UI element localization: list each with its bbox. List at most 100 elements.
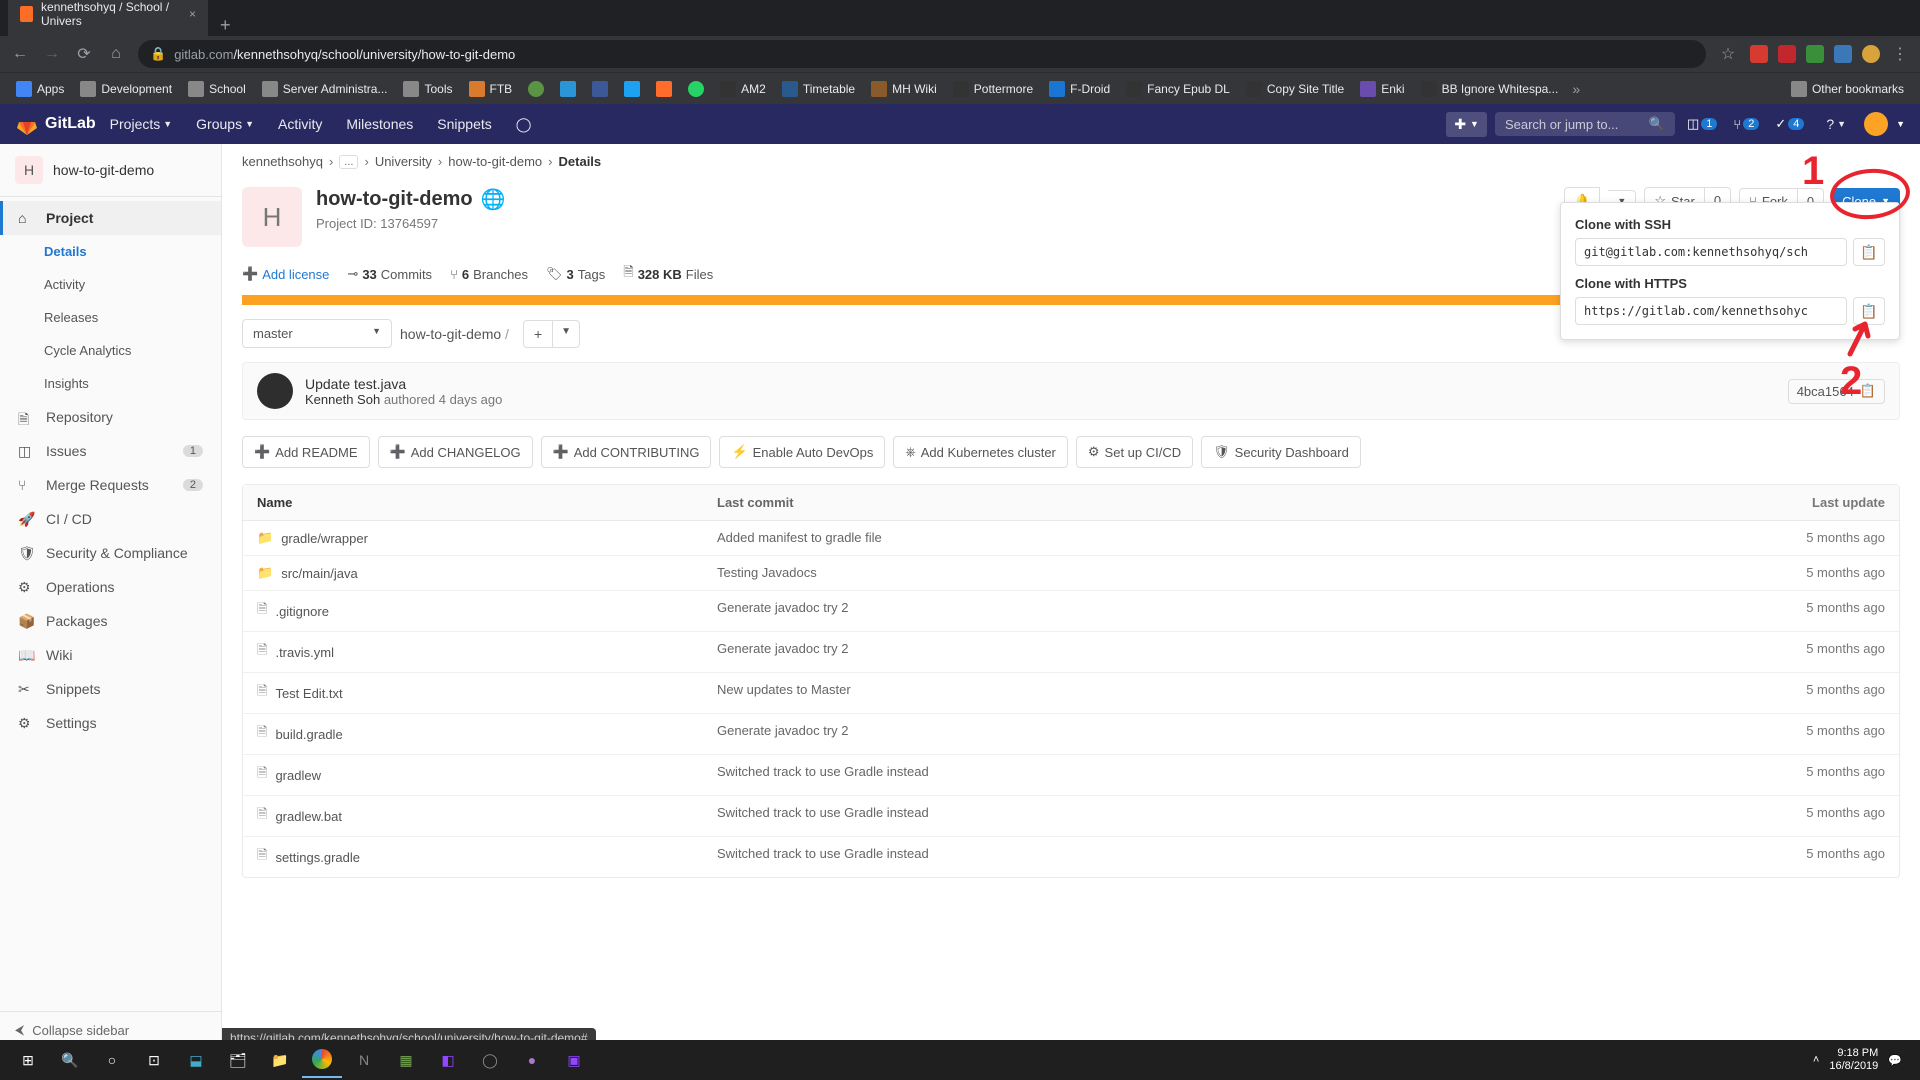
bookmark-item[interactable]: AM2 bbox=[714, 77, 772, 101]
nav-groups[interactable]: Groups▼ bbox=[186, 110, 264, 138]
stat-size[interactable]: 🗎 328 KB Files bbox=[623, 263, 713, 285]
user-avatar[interactable] bbox=[1864, 112, 1888, 136]
search-button[interactable]: 🔍 bbox=[50, 1042, 90, 1078]
menu-icon[interactable]: ⋮ bbox=[1890, 44, 1910, 64]
taskbar-clock[interactable]: 9:18 PM 16/8/2019 bbox=[1829, 1047, 1878, 1073]
system-tray[interactable]: ˄ 9:18 PM 16/8/2019 💬 bbox=[1813, 1047, 1912, 1073]
sidebar-item-details[interactable]: Details bbox=[0, 235, 221, 268]
sidebar-item-repository[interactable]: 🗎Repository bbox=[0, 400, 221, 434]
add-file-dropdown[interactable]: ▼ bbox=[553, 320, 580, 348]
help-dropdown[interactable]: ? ▼ bbox=[1816, 110, 1856, 138]
sidebar-item-operations[interactable]: ⚙Operations bbox=[0, 570, 221, 604]
sidebar-item-issues[interactable]: ◫Issues1 bbox=[0, 434, 221, 468]
plus-dropdown[interactable]: ✚ ▼ bbox=[1446, 112, 1487, 137]
nav-projects[interactable]: Projects▼ bbox=[100, 110, 183, 138]
sidebar-item-snippets[interactable]: ✂Snippets bbox=[0, 672, 221, 706]
browser-tab[interactable]: kennethsohyq / School / Univers × bbox=[8, 0, 208, 36]
gitlab-logo[interactable]: GitLab bbox=[15, 112, 96, 136]
sidebar-item-merge-requests[interactable]: ⑂Merge Requests2 bbox=[0, 468, 221, 502]
file-name[interactable]: 🗎Test Edit.txt bbox=[257, 682, 717, 704]
star-icon[interactable]: ☆ bbox=[1718, 44, 1738, 64]
ext-icon[interactable] bbox=[1806, 45, 1824, 63]
taskbar-app[interactable]: ◧ bbox=[428, 1042, 468, 1078]
sidebar-item-security-compliance[interactable]: 🛡Security & Compliance bbox=[0, 536, 221, 570]
nav-snippets[interactable]: Snippets bbox=[427, 110, 501, 138]
bookmark-item[interactable] bbox=[586, 77, 614, 101]
sidebar-item-activity[interactable]: Activity bbox=[0, 268, 221, 301]
bookmark-item[interactable] bbox=[554, 77, 582, 101]
add-file-button[interactable]: + bbox=[523, 320, 553, 348]
taskbar-app[interactable]: 📁 bbox=[260, 1042, 300, 1078]
bookmark-item[interactable]: Copy Site Title bbox=[1240, 77, 1350, 101]
back-button[interactable]: ← bbox=[10, 45, 30, 63]
bookmark-overflow[interactable]: » bbox=[1572, 81, 1580, 97]
file-commit[interactable]: Switched track to use Gradle instead bbox=[717, 805, 1735, 827]
taskview-button[interactable]: ⊡ bbox=[134, 1042, 174, 1078]
ext-icon[interactable] bbox=[1750, 45, 1768, 63]
home-button[interactable]: ⌂ bbox=[106, 45, 126, 63]
stat-branches[interactable]: ⑂ 6 Branches bbox=[450, 267, 528, 282]
bookmark-item[interactable] bbox=[618, 77, 646, 101]
file-name[interactable]: 🗎gradlew bbox=[257, 764, 717, 786]
sidebar-item-releases[interactable]: Releases bbox=[0, 301, 221, 334]
bookmark-item[interactable]: F-Droid bbox=[1043, 77, 1116, 101]
file-name[interactable]: 🗎gradlew.bat bbox=[257, 805, 717, 827]
file-name[interactable]: 🗎.travis.yml bbox=[257, 641, 717, 663]
nav-issues-count[interactable]: ◫1 bbox=[1683, 114, 1721, 134]
add-license-link[interactable]: ➕ Add license bbox=[242, 266, 329, 282]
file-name[interactable]: 🗎settings.gradle bbox=[257, 846, 717, 868]
sidebar-item-settings[interactable]: ⚙Settings bbox=[0, 706, 221, 740]
bookmark-item[interactable]: BB Ignore Whitespa... bbox=[1415, 77, 1565, 101]
action-enable-auto-devops[interactable]: ⚡Enable Auto DevOps bbox=[719, 436, 885, 468]
file-name[interactable]: 🗎build.gradle bbox=[257, 723, 717, 745]
search-input[interactable]: Search or jump to... 🔍 bbox=[1495, 112, 1675, 136]
branch-selector[interactable]: master▼ bbox=[242, 319, 392, 348]
taskbar-app[interactable]: ● bbox=[512, 1042, 552, 1078]
breadcrumb-link[interactable]: University bbox=[375, 154, 432, 169]
nav-todo-count[interactable]: ✓4 bbox=[1771, 114, 1808, 134]
reload-button[interactable]: ⟳ bbox=[74, 44, 94, 64]
file-name[interactable]: 📁gradle/wrapper bbox=[257, 530, 717, 546]
close-icon[interactable]: × bbox=[189, 7, 196, 21]
bookmark-item[interactable]: Pottermore bbox=[947, 77, 1039, 101]
taskbar-app[interactable]: ▣ bbox=[554, 1042, 594, 1078]
stat-commits[interactable]: ⊸ 33 Commits bbox=[347, 266, 432, 282]
sidebar-item-ci-cd[interactable]: 🚀CI / CD bbox=[0, 502, 221, 536]
file-name[interactable]: 📁src/main/java bbox=[257, 565, 717, 581]
taskbar-app[interactable]: N bbox=[344, 1042, 384, 1078]
bookmark-item[interactable]: Fancy Epub DL bbox=[1120, 77, 1236, 101]
clone-https-input[interactable] bbox=[1575, 297, 1847, 325]
file-commit[interactable]: Switched track to use Gradle instead bbox=[717, 764, 1735, 786]
start-button[interactable]: ⊞ bbox=[8, 1042, 48, 1078]
ext-icon[interactable] bbox=[1834, 45, 1852, 63]
sidebar-item-cycle-analytics[interactable]: Cycle Analytics bbox=[0, 334, 221, 367]
bookmark-item[interactable] bbox=[522, 77, 550, 101]
file-commit[interactable]: Generate javadoc try 2 bbox=[717, 641, 1735, 663]
commit-message[interactable]: Update test.java bbox=[305, 376, 502, 392]
notifications-button[interactable]: 💬 bbox=[1888, 1054, 1902, 1067]
bookmark-item[interactable]: Server Administra... bbox=[256, 77, 394, 101]
action-add-kubernetes-cluster[interactable]: ⎈Add Kubernetes cluster bbox=[893, 436, 1068, 468]
action-add-contributing[interactable]: ➕Add CONTRIBUTING bbox=[541, 436, 712, 468]
file-commit[interactable]: Generate javadoc try 2 bbox=[717, 600, 1735, 622]
action-security-dashboard[interactable]: 🛡Security Dashboard bbox=[1201, 436, 1361, 468]
file-commit[interactable]: New updates to Master bbox=[717, 682, 1735, 704]
other-bookmarks[interactable]: Other bookmarks bbox=[1785, 77, 1910, 101]
sidebar-item-insights[interactable]: Insights bbox=[0, 367, 221, 400]
tray-chevron[interactable]: ˄ bbox=[1813, 1054, 1819, 1066]
taskbar-app[interactable]: ⬓ bbox=[176, 1042, 216, 1078]
bookmark-item[interactable]: FTB bbox=[463, 77, 519, 101]
path-crumb[interactable]: how-to-git-demo / bbox=[400, 326, 509, 342]
file-commit[interactable]: Switched track to use Gradle instead bbox=[717, 846, 1735, 868]
bookmark-item[interactable]: Development bbox=[74, 77, 178, 101]
breadcrumb-link[interactable]: kennethsohyq bbox=[242, 154, 323, 169]
file-commit[interactable]: Generate javadoc try 2 bbox=[717, 723, 1735, 745]
copy-ssh-button[interactable]: 📋 bbox=[1853, 238, 1885, 266]
forward-button[interactable]: → bbox=[42, 45, 62, 63]
taskbar-app[interactable]: ◯ bbox=[470, 1042, 510, 1078]
breadcrumb-more[interactable]: ... bbox=[339, 155, 358, 169]
breadcrumb-link[interactable]: how-to-git-demo bbox=[448, 154, 542, 169]
cortana-button[interactable]: ○ bbox=[92, 1042, 132, 1078]
bookmark-item[interactable]: Timetable bbox=[776, 77, 861, 101]
stat-tags[interactable]: 🏷 3 Tags bbox=[546, 266, 605, 282]
